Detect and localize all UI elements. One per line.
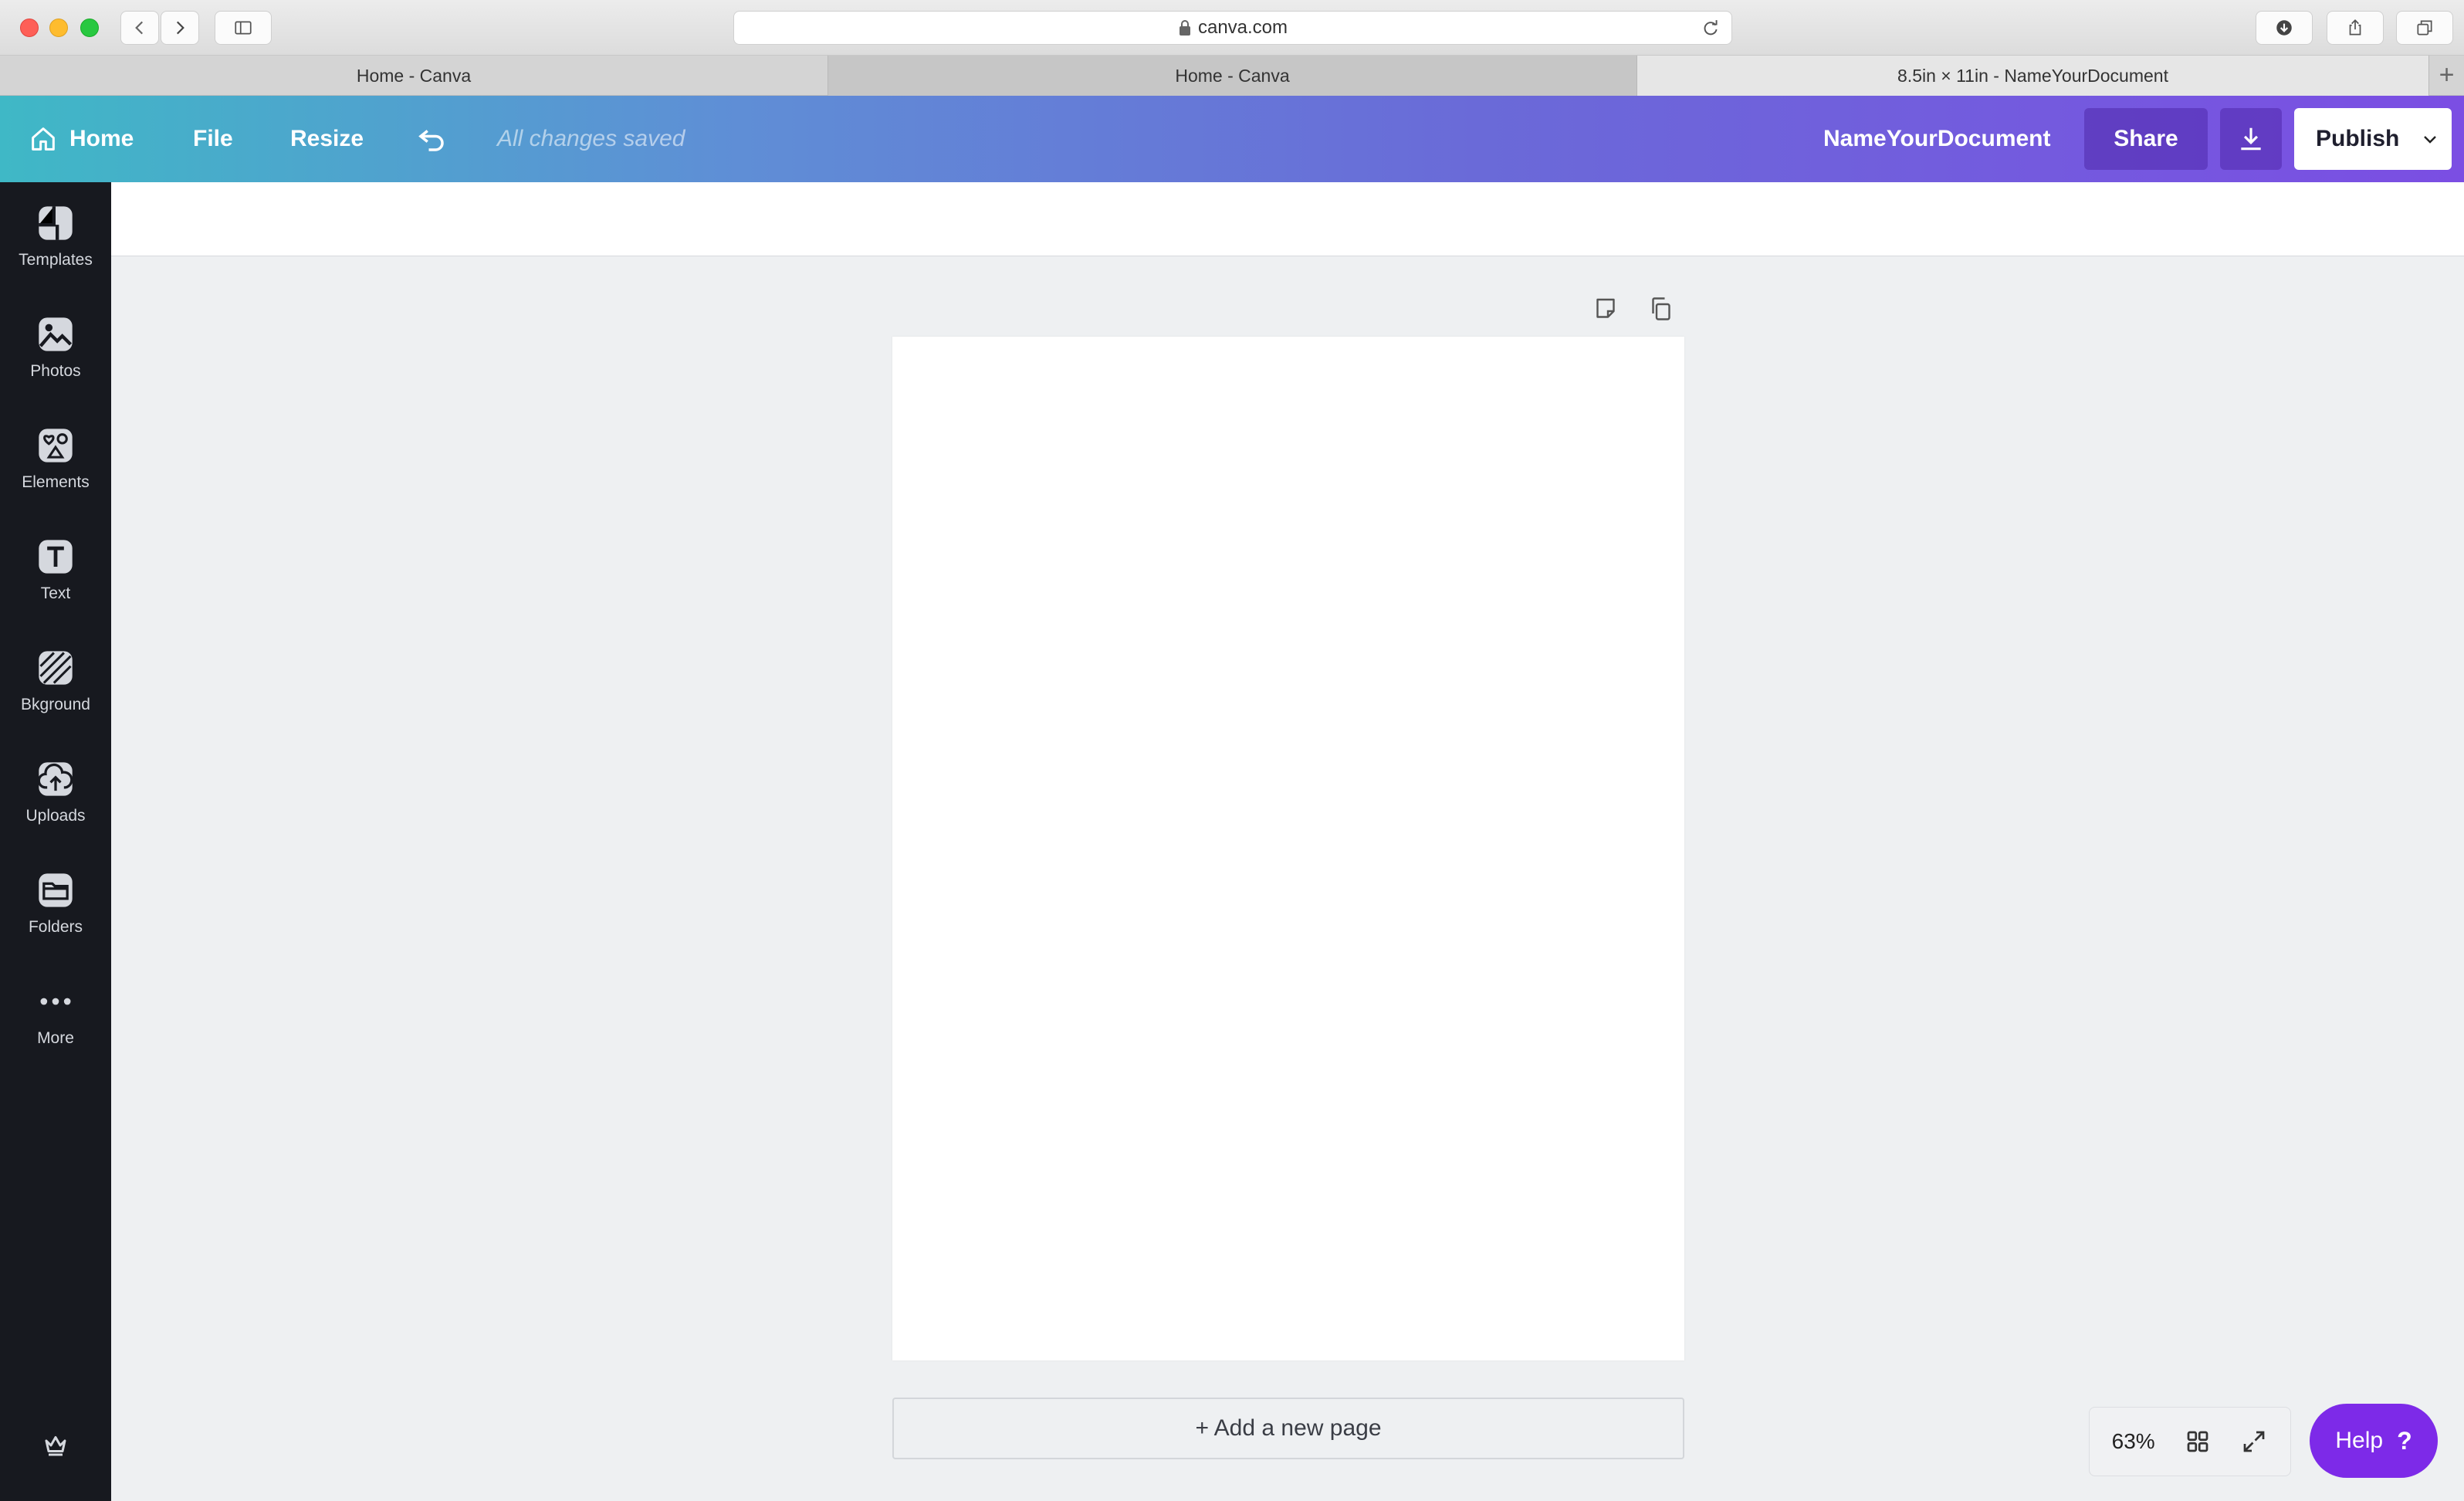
elements-icon [39,429,73,462]
forward-button[interactable] [161,11,199,45]
download-circle-icon [2276,20,2292,36]
sidebar-toggle-button[interactable] [215,11,272,45]
note-icon [1596,298,1615,318]
sidebar-item-text[interactable]: Text [0,516,111,624]
text-icon [39,540,73,574]
zoom-controls: 63% [2089,1407,2291,1476]
photos-icon [39,317,73,351]
templates-icon [39,206,73,240]
editor-header: Home File Resize All changes saved NameY… [0,96,2464,182]
sidebar-label: Uploads [25,807,86,825]
help-button[interactable]: Help ? [2310,1404,2438,1478]
sidebar-item-uploads[interactable]: Uploads [0,738,111,846]
sidebar-label: Elements [22,473,90,491]
browser-tab-active[interactable]: 8.5in × 11in - NameYourDocument [1637,56,2429,96]
share-page-button[interactable] [2327,11,2384,45]
chevron-down-icon [2424,136,2436,144]
tab-overview-button[interactable] [2396,11,2453,45]
address-bar[interactable]: canva.com [733,11,1732,45]
close-window-button[interactable] [20,19,39,37]
add-new-page-button[interactable]: + Add a new page [892,1398,1684,1459]
sidebar-item-folders[interactable]: Folders [0,849,111,957]
zoom-window-button[interactable] [80,19,99,37]
page-tools [1587,290,1680,327]
downloads-button[interactable] [2256,11,2313,45]
uploads-icon [37,762,73,796]
sidebar-label: Text [40,584,71,602]
share-button[interactable]: Share [2084,108,2208,170]
download-button[interactable] [2220,108,2282,170]
home-label: Home [69,126,134,151]
browser-tab[interactable]: Home - Canva [0,56,828,96]
reload-icon[interactable] [1701,19,1721,39]
crown-icon [45,1436,66,1456]
browser-tab-bar: Home - Canva Home - Canva 8.5in × 11in -… [0,56,2464,96]
sidebar-label: Folders [28,918,83,936]
sidebar-item-background[interactable]: Bkground [0,627,111,735]
zoom-level[interactable]: 63% [2112,1429,2155,1454]
question-icon: ? [2397,1426,2412,1455]
more-icon [40,998,71,1005]
undo-icon [418,130,444,151]
sidebar-item-elements[interactable]: Elements [0,405,111,513]
background-icon [39,651,73,685]
add-note-button[interactable] [1587,290,1624,327]
undo-button[interactable] [415,96,448,182]
home-icon [32,127,55,151]
context-toolbar [111,182,2464,256]
share-icon [2349,19,2361,36]
sidebar-label: Bkground [21,696,90,713]
duplicate-icon [1652,297,1670,320]
editor-sidebar: Templates Photos Elements Text Bkground … [0,182,111,1501]
premium-crown-button[interactable] [0,1415,111,1476]
resize-button[interactable]: Resize [290,96,364,182]
sidebar-item-more[interactable]: More [0,961,111,1069]
sidebar-icon [235,21,252,35]
sidebar-label: Templates [19,251,93,269]
chevron-left-icon [135,21,144,35]
sidebar-item-templates[interactable]: Templates [0,182,111,290]
publish-label: Publish [2316,126,2400,151]
folders-icon [39,873,73,907]
document-name[interactable]: NameYourDocument [1823,96,2051,182]
publish-button[interactable]: Publish [2294,108,2452,170]
address-text: canva.com [1197,17,1288,38]
download-icon [2241,127,2261,151]
fullscreen-icon[interactable] [2240,1428,2268,1455]
lock-icon [1179,20,1190,36]
back-button[interactable] [120,11,159,45]
help-label: Help [2335,1428,2384,1453]
browser-titlebar: canva.com [0,0,2464,56]
duplicate-page-button[interactable] [1643,290,1680,327]
file-menu-button[interactable]: File [193,96,233,182]
new-tab-button[interactable]: + [2429,56,2464,95]
design-page[interactable] [892,337,1684,1360]
browser-tab[interactable]: Home - Canva [828,56,1637,96]
tabs-icon [2417,20,2432,36]
home-button[interactable]: Home [28,96,134,182]
chevron-right-icon [176,21,184,35]
save-status: All changes saved [497,126,685,151]
grid-view-icon[interactable] [2184,1428,2212,1455]
sidebar-label: More [37,1029,74,1047]
minimize-window-button[interactable] [49,19,68,37]
sidebar-label: Photos [30,362,81,380]
sidebar-item-photos[interactable]: Photos [0,293,111,402]
